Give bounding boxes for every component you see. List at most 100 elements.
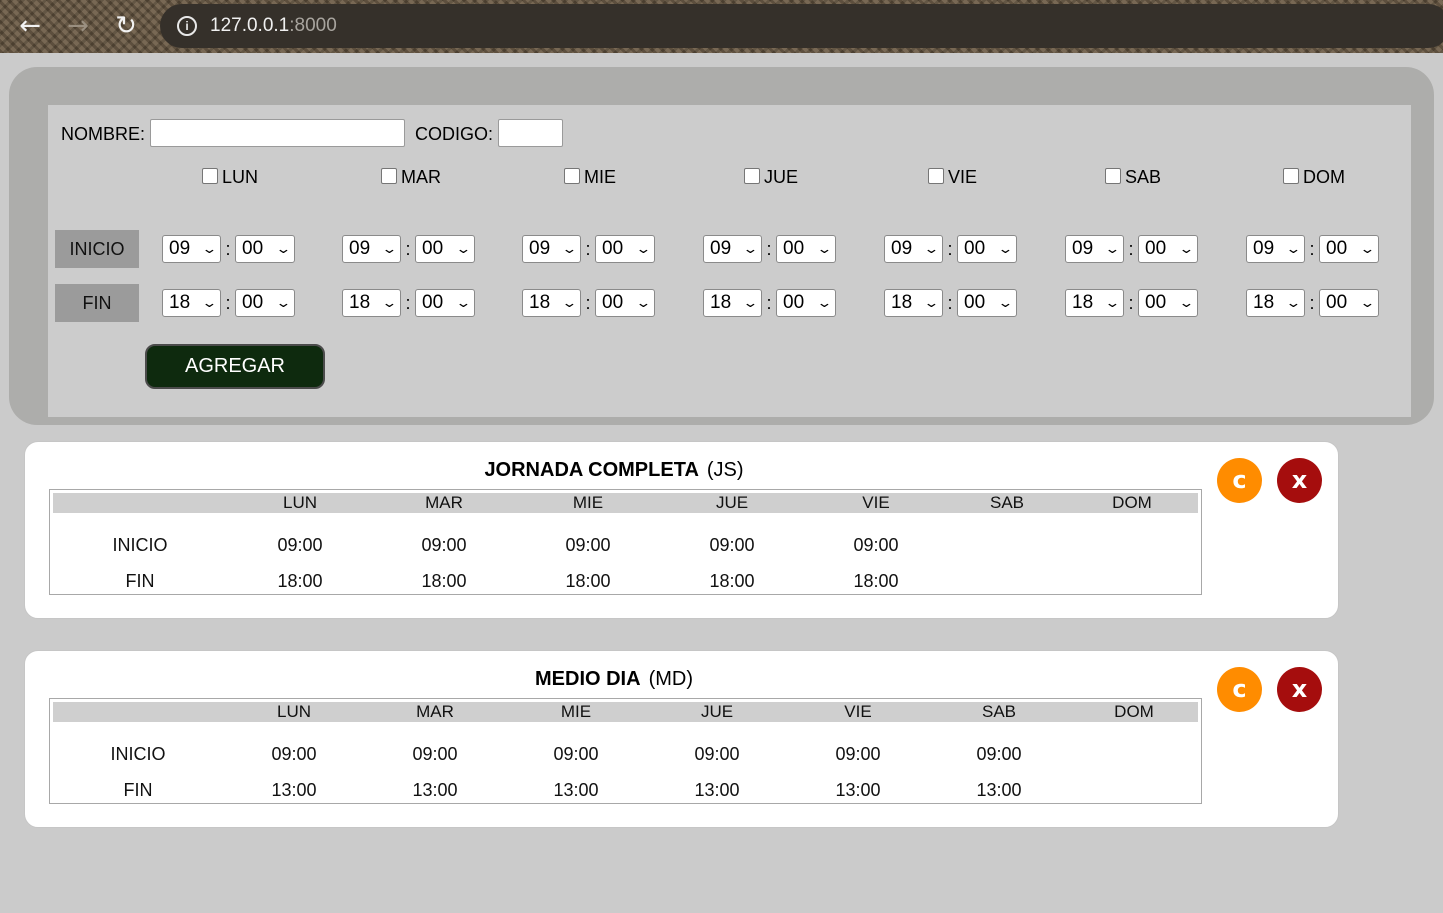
time-separator: : xyxy=(585,238,591,259)
inicio-hour-select[interactable]: 09 ⌄ xyxy=(342,235,401,263)
chevron-down-icon: ⌄ xyxy=(816,241,833,257)
inicio-minute-select[interactable]: 00 ⌄ xyxy=(776,235,836,263)
time-separator: : xyxy=(766,238,772,259)
day-checkbox-lun[interactable]: LUN xyxy=(202,167,258,188)
delete-button[interactable]: x xyxy=(1277,458,1322,503)
chevron-down-icon: ⌄ xyxy=(923,241,940,257)
checkbox-box[interactable] xyxy=(381,168,397,184)
schedule-title: MEDIO DIA (MD) xyxy=(25,668,1203,691)
nombre-input[interactable] xyxy=(150,119,405,147)
back-arrow-icon[interactable]: ← xyxy=(14,10,46,42)
selected-value: 00 xyxy=(1326,238,1348,259)
inicio-minute-select[interactable]: 00 ⌄ xyxy=(595,235,655,263)
fin-minute-select[interactable]: 00 ⌄ xyxy=(235,289,295,317)
day-checkbox-mie[interactable]: MIE xyxy=(564,167,616,188)
inicio-hour-select[interactable]: 09 ⌄ xyxy=(162,235,221,263)
address-bar[interactable]: i 127.0.0.1:8000 xyxy=(160,4,1443,48)
day-checkbox-label: JUE xyxy=(764,167,799,187)
agregar-button[interactable]: AGREGAR xyxy=(145,344,325,389)
selected-value: 09 xyxy=(1253,238,1275,259)
forward-arrow-icon[interactable]: → xyxy=(62,10,94,42)
selected-value: 18 xyxy=(529,292,551,313)
fin-cell: 13:00 xyxy=(835,780,881,800)
fin-hour-select[interactable]: 18 ⌄ xyxy=(162,289,221,317)
fin-minute-select[interactable]: 00 ⌄ xyxy=(595,289,655,317)
selected-value: 00 xyxy=(602,238,624,259)
inicio-cell: 09:00 xyxy=(277,535,323,555)
table-header-row xyxy=(53,702,1198,722)
selected-value: 18 xyxy=(349,292,371,313)
fin-hour-select[interactable]: 18 ⌄ xyxy=(342,289,401,317)
fin-minute-select[interactable]: 00 ⌄ xyxy=(957,289,1017,317)
info-icon[interactable]: i xyxy=(177,16,197,36)
day-checkbox-mar[interactable]: MAR xyxy=(381,167,441,188)
chevron-down-icon: ⌄ xyxy=(997,241,1014,257)
time-separator: : xyxy=(225,292,231,313)
schedule-name: JORNADA COMPLETA xyxy=(484,459,699,481)
fin-time-lun: 18 ⌄:00 ⌄ xyxy=(162,289,295,317)
chevron-down-icon: ⌄ xyxy=(816,295,833,311)
schedule-card: MEDIO DIA (MD) LUN MAR MIE JUE VIE SAB DOM INICIO… xyxy=(24,650,1339,828)
selected-value: 00 xyxy=(602,292,624,313)
fin-minute-select[interactable]: 00 ⌄ xyxy=(776,289,836,317)
fin-hour-select[interactable]: 18 ⌄ xyxy=(703,289,762,317)
checkbox-box[interactable] xyxy=(202,168,218,184)
chevron-down-icon: ⌄ xyxy=(1359,295,1376,311)
reload-icon[interactable]: ↻ xyxy=(110,10,142,42)
row-label-fin: FIN xyxy=(123,780,153,800)
selected-value: 00 xyxy=(783,238,805,259)
fin-minute-select[interactable]: 00 ⌄ xyxy=(1319,289,1379,317)
table-header-cell: JUE xyxy=(700,702,734,721)
table-header-cell: MAR xyxy=(416,702,454,721)
day-checkbox-dom[interactable]: DOM xyxy=(1283,167,1345,188)
checkbox-box[interactable] xyxy=(1283,168,1299,184)
fin-cell: 13:00 xyxy=(412,780,458,800)
inicio-hour-select[interactable]: 09 ⌄ xyxy=(703,235,762,263)
inicio-minute-select[interactable]: 00 ⌄ xyxy=(957,235,1017,263)
checkbox-box[interactable] xyxy=(744,168,760,184)
checkbox-box[interactable] xyxy=(1105,168,1121,184)
inicio-hour-select[interactable]: 09 ⌄ xyxy=(522,235,581,263)
fin-hour-select[interactable]: 18 ⌄ xyxy=(1065,289,1124,317)
inicio-minute-select[interactable]: 00 ⌄ xyxy=(415,235,475,263)
fin-hour-select[interactable]: 18 ⌄ xyxy=(884,289,943,317)
inicio-minute-select[interactable]: 00 ⌄ xyxy=(1319,235,1379,263)
day-checkbox-vie[interactable]: VIE xyxy=(928,167,977,188)
fin-minute-select[interactable]: 00 ⌄ xyxy=(415,289,475,317)
selected-value: 18 xyxy=(1072,292,1094,313)
inicio-hour-select[interactable]: 09 ⌄ xyxy=(1246,235,1305,263)
url-text[interactable]: 127.0.0.1:8000 xyxy=(210,15,337,37)
inicio-cell: 09:00 xyxy=(565,535,611,555)
time-separator: : xyxy=(405,238,411,259)
selected-value: 09 xyxy=(891,238,913,259)
schedule-code: (MD) xyxy=(648,668,693,690)
table-header-cell: VIE xyxy=(844,702,872,721)
inicio-hour-select[interactable]: 09 ⌄ xyxy=(1065,235,1124,263)
fin-hour-select[interactable]: 18 ⌄ xyxy=(522,289,581,317)
inicio-hour-select[interactable]: 09 ⌄ xyxy=(884,235,943,263)
fin-hour-select[interactable]: 18 ⌄ xyxy=(1246,289,1305,317)
day-checkbox-label: DOM xyxy=(1303,167,1345,187)
fin-cell: 18:00 xyxy=(565,571,611,591)
chevron-down-icon: ⌄ xyxy=(561,295,578,311)
chevron-down-icon: ⌄ xyxy=(561,241,578,257)
selected-value: 18 xyxy=(169,292,191,313)
chevron-down-icon: ⌄ xyxy=(455,241,472,257)
codigo-input[interactable] xyxy=(498,119,563,147)
selected-value: 00 xyxy=(964,292,986,313)
delete-button[interactable]: x xyxy=(1277,667,1322,712)
checkbox-box[interactable] xyxy=(928,168,944,184)
edit-button[interactable]: c xyxy=(1217,458,1262,503)
selected-value: 09 xyxy=(529,238,551,259)
day-checkbox-sab[interactable]: SAB xyxy=(1105,167,1161,188)
fin-minute-select[interactable]: 00 ⌄ xyxy=(1138,289,1198,317)
selected-value: 18 xyxy=(1253,292,1275,313)
edit-button[interactable]: c xyxy=(1217,667,1262,712)
checkbox-box[interactable] xyxy=(564,168,580,184)
inicio-minute-select[interactable]: 00 ⌄ xyxy=(1138,235,1198,263)
day-checkbox-jue[interactable]: JUE xyxy=(744,167,798,188)
inicio-time-jue: 09 ⌄:00 ⌄ xyxy=(703,235,836,263)
inicio-minute-select[interactable]: 00 ⌄ xyxy=(235,235,295,263)
selected-value: 00 xyxy=(783,292,805,313)
chevron-down-icon: ⌄ xyxy=(1178,295,1195,311)
